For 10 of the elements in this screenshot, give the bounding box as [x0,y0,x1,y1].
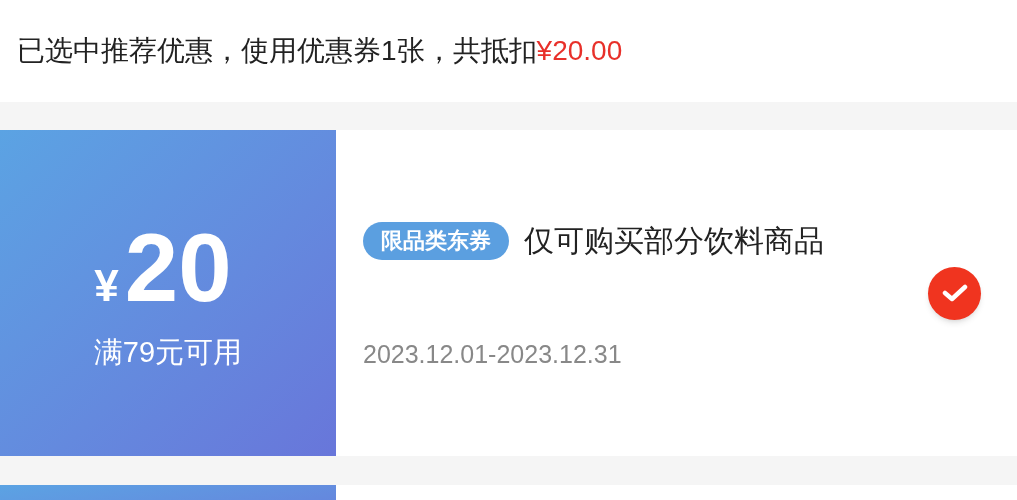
category-tag: 限品类东券 [363,221,509,260]
summary-text: 已选中推荐优惠，使用优惠券1张，共抵扣¥20.00 [17,37,623,65]
validity-dates: 2023.12.01-2023.12.31 [363,341,623,367]
selection-indicator[interactable] [928,266,981,320]
coupon-title: 仅可购买部分饮料商品 [524,225,824,256]
usage-condition: 满79元可用 [93,337,243,367]
coupon-card[interactable]: ¥20 满79元可用 限品类东券 仅可购买部分饮料商品 2023.12.01-2023.12.31 [0,130,1017,456]
currency-symbol: ¥ [94,263,119,308]
checkmark-icon [941,283,968,303]
coupon-amount: 20 [124,219,232,316]
